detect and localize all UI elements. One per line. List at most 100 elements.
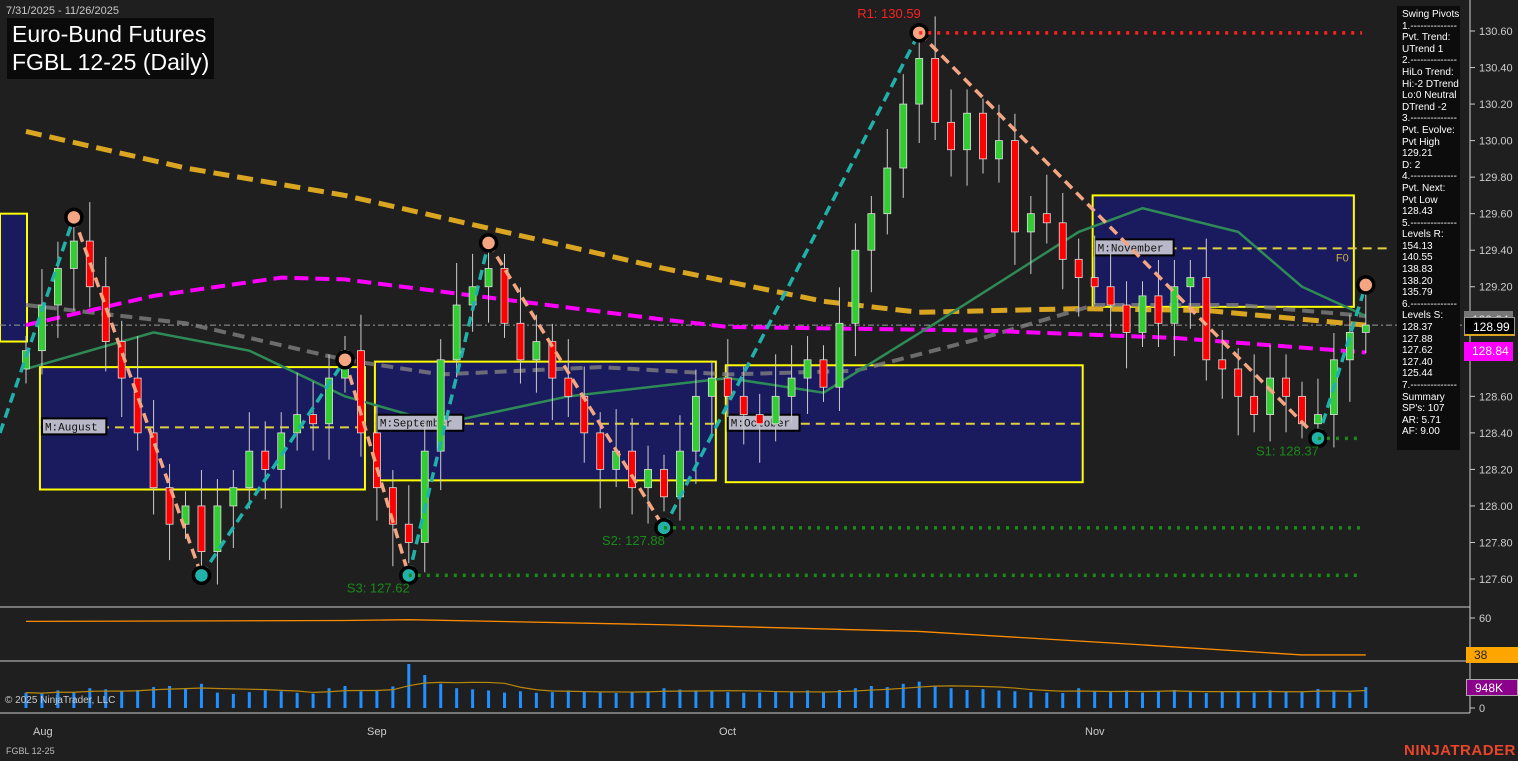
- swing-panel-line: 127.40: [1402, 356, 1433, 368]
- volume-bar: [455, 688, 459, 708]
- volume-bar: [503, 692, 506, 708]
- candle-body: [739, 395, 748, 416]
- volume-bar: [917, 681, 921, 708]
- volume-bar: [1236, 690, 1240, 708]
- swing-panel-line: Lo:0 Neutral: [1402, 90, 1457, 102]
- ninjatrader-logo: NINJATRADER: [1404, 742, 1516, 759]
- candle-body: [1011, 140, 1019, 233]
- swing-panel-line: Pvt. Next:: [1402, 182, 1446, 194]
- volume-bar: [726, 692, 730, 708]
- month-label-text: M:November: [1098, 243, 1164, 255]
- candle-body: [707, 377, 716, 397]
- volume-bar: [1332, 690, 1336, 708]
- candle-body: [1138, 295, 1147, 333]
- volume-bar: [1109, 692, 1113, 708]
- candle-body: [644, 469, 652, 489]
- volume-bar: [247, 692, 251, 708]
- candle-body: [963, 112, 971, 151]
- volume-bar: [550, 692, 554, 708]
- volume-bar: [1061, 693, 1065, 708]
- swing-panel-line: 129.21: [1402, 148, 1433, 160]
- price-chart[interactable]: 130.60 130.40 130.20 130.00 129.80 129.60 129.…: [0, 0, 1518, 761]
- pivot-high-marker: [478, 233, 499, 253]
- swing-panel-line: 138.83: [1402, 264, 1433, 276]
- candle-body: [787, 377, 796, 397]
- candle-body: [1361, 324, 1370, 333]
- swing-panel-line: 135.79: [1402, 287, 1433, 299]
- candle-body: [1170, 286, 1179, 324]
- candle-body: [1314, 414, 1322, 425]
- candle-body: [931, 58, 940, 123]
- instrument-footer: FGBL 12-25: [6, 746, 55, 756]
- y-tick-label: 128.40: [1479, 428, 1513, 440]
- swing-panel-line: 154.13: [1402, 240, 1433, 252]
- volume-bar: [1300, 692, 1304, 708]
- y-tick-label: 129.60: [1479, 209, 1513, 221]
- month-box-label-2: M:October: [726, 413, 801, 432]
- volume-bar: [1252, 692, 1256, 708]
- candle-body: [149, 432, 158, 489]
- volume-bar: [694, 690, 698, 708]
- volume-bar: [1220, 691, 1224, 708]
- swing-panel-line: UTrend 1: [1402, 43, 1444, 55]
- x-label-sep: Sep: [367, 726, 387, 738]
- volume-bar: [774, 692, 778, 708]
- x-label-nov: Nov: [1085, 726, 1105, 738]
- candle-body: [436, 359, 445, 452]
- volume-bar: [1348, 692, 1352, 708]
- month-label-text: M:August: [45, 422, 98, 434]
- swing-panel-line: SP's: 107: [1402, 403, 1445, 415]
- volume-bar: [1268, 690, 1272, 708]
- date-range: 7/31/2025 - 11/26/2025: [6, 5, 119, 17]
- y-tick-label: 128.60: [1479, 391, 1513, 403]
- y-tick-label: 128.20: [1479, 464, 1513, 476]
- swing-panel-line: Levels R:: [1402, 229, 1444, 241]
- volume-bar: [1188, 692, 1192, 708]
- volume-bar: [806, 690, 810, 708]
- swing-panel-line: Pvt. Evolve:: [1402, 124, 1455, 136]
- candle-body: [1298, 395, 1306, 425]
- candle-body: [1234, 368, 1243, 397]
- volume-bar: [263, 690, 267, 708]
- volume-bar: [215, 692, 219, 708]
- swing-panel-line: Levels S:: [1402, 310, 1444, 322]
- candle-body: [516, 322, 525, 361]
- swing-panel-line: 7.--------------: [1402, 380, 1457, 391]
- volume-bar: [981, 689, 985, 708]
- volume-bar: [1013, 691, 1017, 708]
- title-contract: FGBL 12-25 (Daily): [12, 49, 210, 75]
- prior-month-box: [0, 212, 28, 343]
- candle-body: [771, 395, 780, 425]
- volume-bar: [678, 689, 682, 708]
- volume-bar: [1284, 691, 1288, 708]
- volume-bar: [933, 686, 937, 708]
- pivot-low-marker: [191, 565, 212, 586]
- candle-body: [883, 167, 892, 215]
- candle-body: [867, 213, 876, 251]
- title-instrument-name: Euro-Bund Futures: [12, 21, 207, 47]
- swing-panel-line: 5.--------------: [1402, 217, 1457, 229]
- candle-body: [995, 140, 1003, 160]
- candle-body: [1202, 277, 1211, 361]
- swing-panel-line: AR: 5.71: [1402, 414, 1441, 426]
- candle-body: [1186, 277, 1195, 288]
- swing-panel-line: Hi:-2 DTrend: [1402, 78, 1459, 90]
- candle-body: [564, 377, 573, 397]
- volume-bar: [1029, 692, 1033, 708]
- swing-panel-line: 138.20: [1402, 275, 1433, 287]
- candle-body: [484, 268, 493, 288]
- volume-bar: [790, 691, 794, 708]
- volume-bar: [869, 686, 873, 708]
- level-label-S1: S1: 128.37: [1256, 443, 1319, 458]
- swing-leg-up: [1316, 284, 1368, 439]
- candle-body: [1282, 377, 1290, 397]
- candle-body: [245, 450, 254, 489]
- volume-bar: [949, 688, 953, 708]
- candle-body: [1154, 295, 1163, 324]
- swing-panel-line: AF: 9.00: [1402, 426, 1440, 438]
- swing-panel-line: 127.88: [1402, 333, 1433, 345]
- price-label-magenta-ma: 128.84: [1464, 342, 1513, 361]
- swing-panel-line: 2.--------------: [1402, 55, 1457, 67]
- candle-body: [309, 414, 318, 425]
- candle-body: [1026, 213, 1035, 233]
